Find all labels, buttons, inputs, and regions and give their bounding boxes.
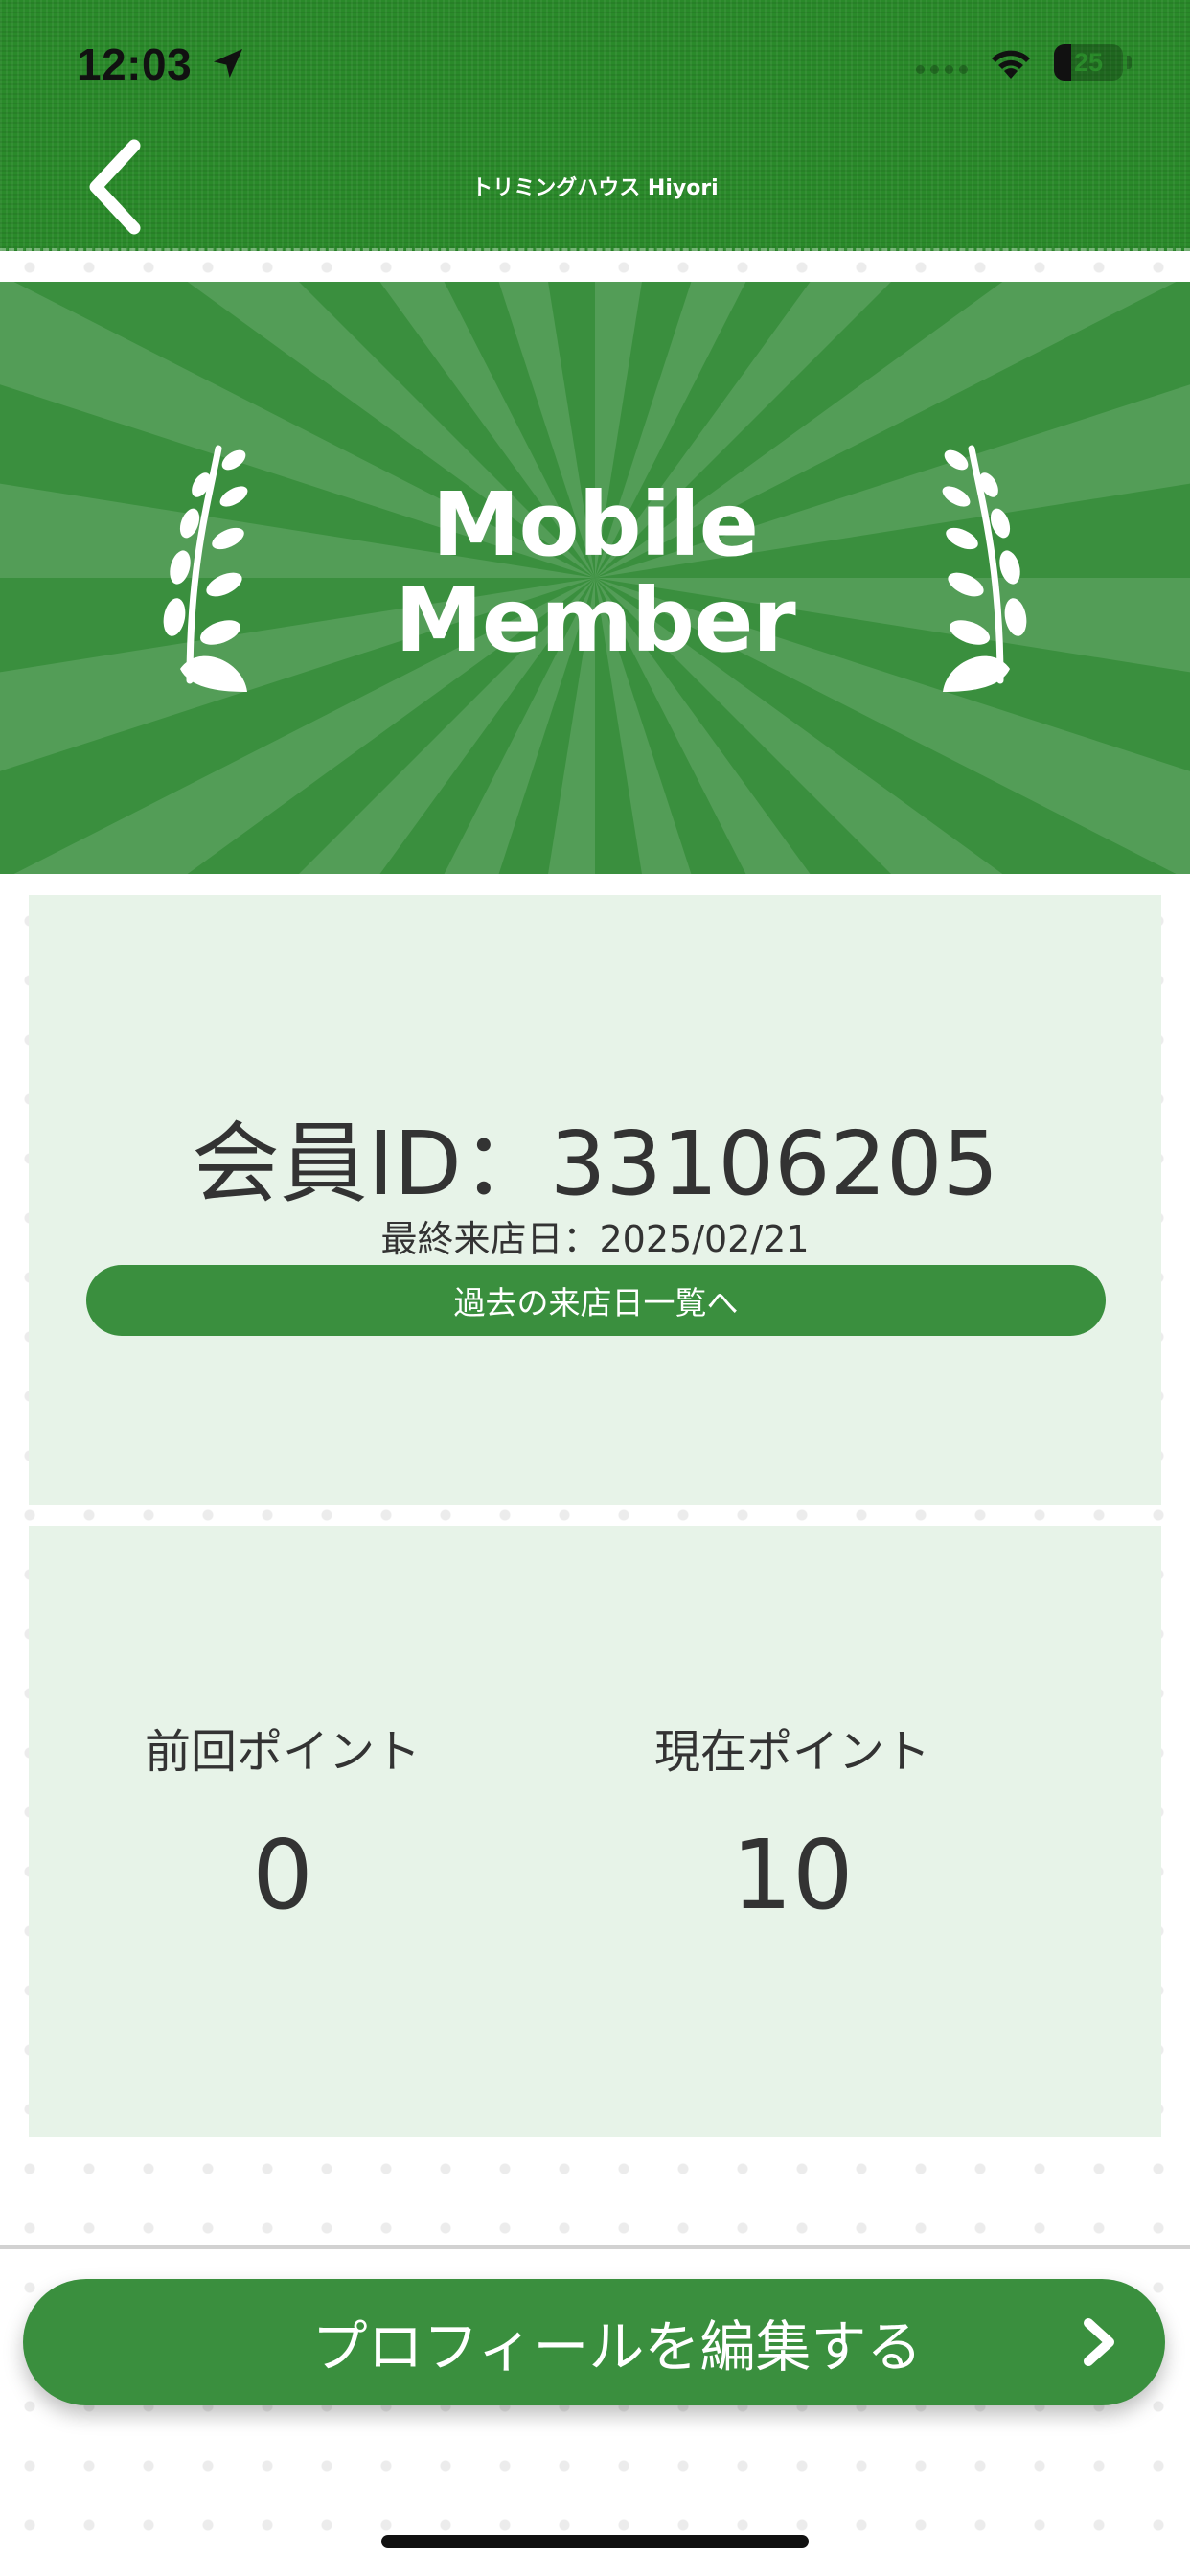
divider	[0, 2245, 1190, 2249]
previous-points-value: 0	[252, 1819, 313, 1931]
member-info-card: 会員ID：33106205 最終来店日：2025/02/21 過去の来店日一覧へ	[29, 895, 1161, 1505]
laurel-branch-icon	[942, 445, 1027, 692]
previous-points-label: 前回ポイント	[144, 1725, 421, 1779]
header-title: トリミングハウス Hiyori	[471, 176, 719, 200]
last-visit-date: 最終来店日：2025/02/21	[380, 1218, 810, 1260]
member-id: 会員ID：33106205	[191, 1113, 999, 1215]
laurel-branch-icon	[163, 445, 248, 692]
home-indicator	[381, 2535, 809, 2548]
current-points-label: 現在ポイント	[653, 1725, 930, 1779]
status-time: 12:03	[77, 39, 193, 89]
previous-points: 前回ポイント 0	[29, 1714, 537, 1928]
battery-icon: 25	[1054, 44, 1123, 80]
wifi-icon	[992, 50, 1030, 79]
current-points: 現在ポイント 10	[538, 1714, 1046, 1928]
edit-profile-button[interactable]: プロフィールを編集する	[23, 2279, 1165, 2405]
cellular-signal-icon	[916, 65, 968, 74]
edit-profile-label: プロフィールを編集する	[311, 2314, 923, 2380]
location-arrow-icon	[214, 49, 242, 78]
current-points-value: 10	[731, 1819, 854, 1931]
visit-history-button[interactable]: 過去の来店日一覧へ	[86, 1265, 1106, 1336]
app-header: 12:03 25 トリミングハウス Hiyori	[0, 0, 1190, 251]
chevron-right-icon	[1084, 2318, 1114, 2366]
battery-level-text: 25	[1073, 47, 1104, 77]
points-card: 前回ポイント 0 現在ポイント 10	[29, 1526, 1161, 2137]
